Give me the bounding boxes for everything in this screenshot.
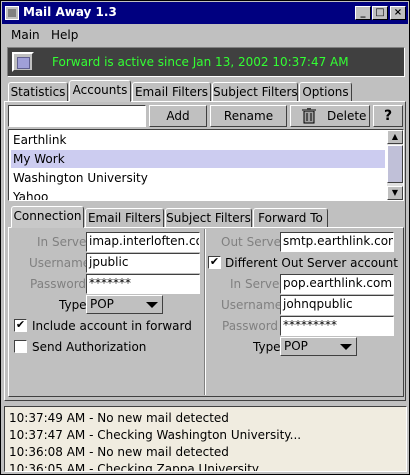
out-username-label: Username [221, 298, 283, 312]
tab-options[interactable]: Options [299, 82, 352, 102]
chevron-down-icon [146, 302, 158, 308]
password-field[interactable]: ******* [86, 274, 200, 294]
log-line: 10:36:08 AM - No new mail detected [9, 445, 229, 459]
app-icon [5, 6, 19, 20]
account-name-input[interactable] [8, 105, 146, 127]
send-auth-checkbox[interactable] [14, 340, 27, 353]
out-server-field[interactable]: smtp.earthlink.com [280, 232, 394, 252]
add-button[interactable]: Add [149, 105, 207, 127]
tab-subject-filters[interactable]: Subject Filters [212, 82, 298, 102]
status-text: Forward is active since Jan 13, 2002 10:… [52, 55, 349, 69]
accounts-list[interactable]: Earthlink My Work Washington University … [8, 129, 404, 201]
list-item-selected[interactable]: My Work [11, 150, 385, 168]
window-title: Mail Away 1.3 [23, 5, 117, 19]
tab-email-filters[interactable]: Email Filters [132, 82, 211, 102]
username-field[interactable]: jpublic [86, 253, 200, 273]
chevron-down-icon [340, 344, 352, 350]
panel-divider [204, 229, 206, 395]
log-line: 10:37:47 AM - Checking Washington Univer… [9, 428, 302, 442]
minimize-icon[interactable]: _ [355, 6, 371, 20]
out-in-server-field[interactable]: pop.earthlink.com [280, 274, 394, 294]
tab-accounts[interactable]: Accounts [69, 80, 131, 102]
out-type-label: Type [253, 340, 281, 354]
tab-statistics[interactable]: Statistics [8, 82, 68, 102]
maximize-icon[interactable]: □ [372, 6, 388, 20]
out-username-field[interactable]: johnqpublic [280, 295, 394, 315]
status-bar: Forward is active since Jan 13, 2002 10:… [7, 47, 405, 77]
help-button[interactable]: ? [373, 105, 403, 127]
in-server-field[interactable]: imap.interloften.com [86, 232, 200, 252]
username-label: Username [29, 256, 91, 270]
in-server-label: In Server [37, 235, 92, 249]
tab-account-email-filters[interactable]: Email Filters [85, 208, 164, 228]
out-type-select[interactable]: POP [280, 337, 357, 356]
trash-icon [302, 108, 316, 130]
log-line: 10:36:05 AM - Checking Zappa University.… [9, 462, 269, 472]
type-label: Type [59, 298, 87, 312]
tab-account-subject-filters[interactable]: Subject Filters [165, 208, 252, 228]
out-server-label: Out Server [221, 235, 286, 249]
title-bar[interactable]: Mail Away 1.3 _ □ × [2, 2, 408, 24]
different-out-checkbox[interactable]: ✔ [208, 256, 221, 269]
out-type-value: POP [284, 339, 308, 353]
list-item[interactable]: Earthlink [11, 131, 66, 149]
rename-button[interactable]: Rename [210, 105, 287, 127]
close-icon[interactable]: × [390, 6, 406, 20]
tab-forward-to[interactable]: Forward To [253, 208, 328, 228]
type-value: POP [90, 297, 114, 311]
delete-button[interactable]: Delete [290, 105, 370, 127]
password-label: Password [30, 277, 87, 291]
menu-help[interactable]: Help [51, 28, 78, 42]
log-line: 10:37:49 AM - No new mail detected [9, 411, 229, 425]
out-password-label: Password [222, 319, 279, 333]
scroll-down-icon[interactable]: ▼ [387, 186, 403, 200]
activity-log[interactable]: 10:37:49 AM - No new mail detected 10:37… [4, 406, 407, 472]
list-item[interactable]: Washington University [11, 169, 148, 187]
list-item[interactable]: Yahoo [11, 188, 48, 200]
out-password-field[interactable]: ********* [280, 316, 394, 336]
delete-label: Delete [327, 109, 367, 123]
scroll-thumb[interactable] [387, 145, 403, 183]
tab-connection[interactable]: Connection [11, 206, 84, 228]
app-window: Mail Away 1.3 _ □ × Main Help Forward is… [0, 0, 410, 475]
different-out-label: Different Out Server account [225, 256, 398, 270]
send-auth-label: Send Authorization [32, 340, 147, 354]
include-checkbox[interactable]: ✔ [14, 319, 27, 332]
type-select[interactable]: POP [86, 295, 163, 314]
menu-main[interactable]: Main [11, 28, 40, 42]
status-icon[interactable] [12, 52, 34, 72]
scroll-up-icon[interactable]: ▲ [387, 130, 403, 144]
accounts-scrollbar[interactable]: ▲ ▼ [387, 130, 403, 200]
out-in-server-label: In Server [230, 277, 285, 291]
include-label: Include account in forward [32, 319, 192, 333]
